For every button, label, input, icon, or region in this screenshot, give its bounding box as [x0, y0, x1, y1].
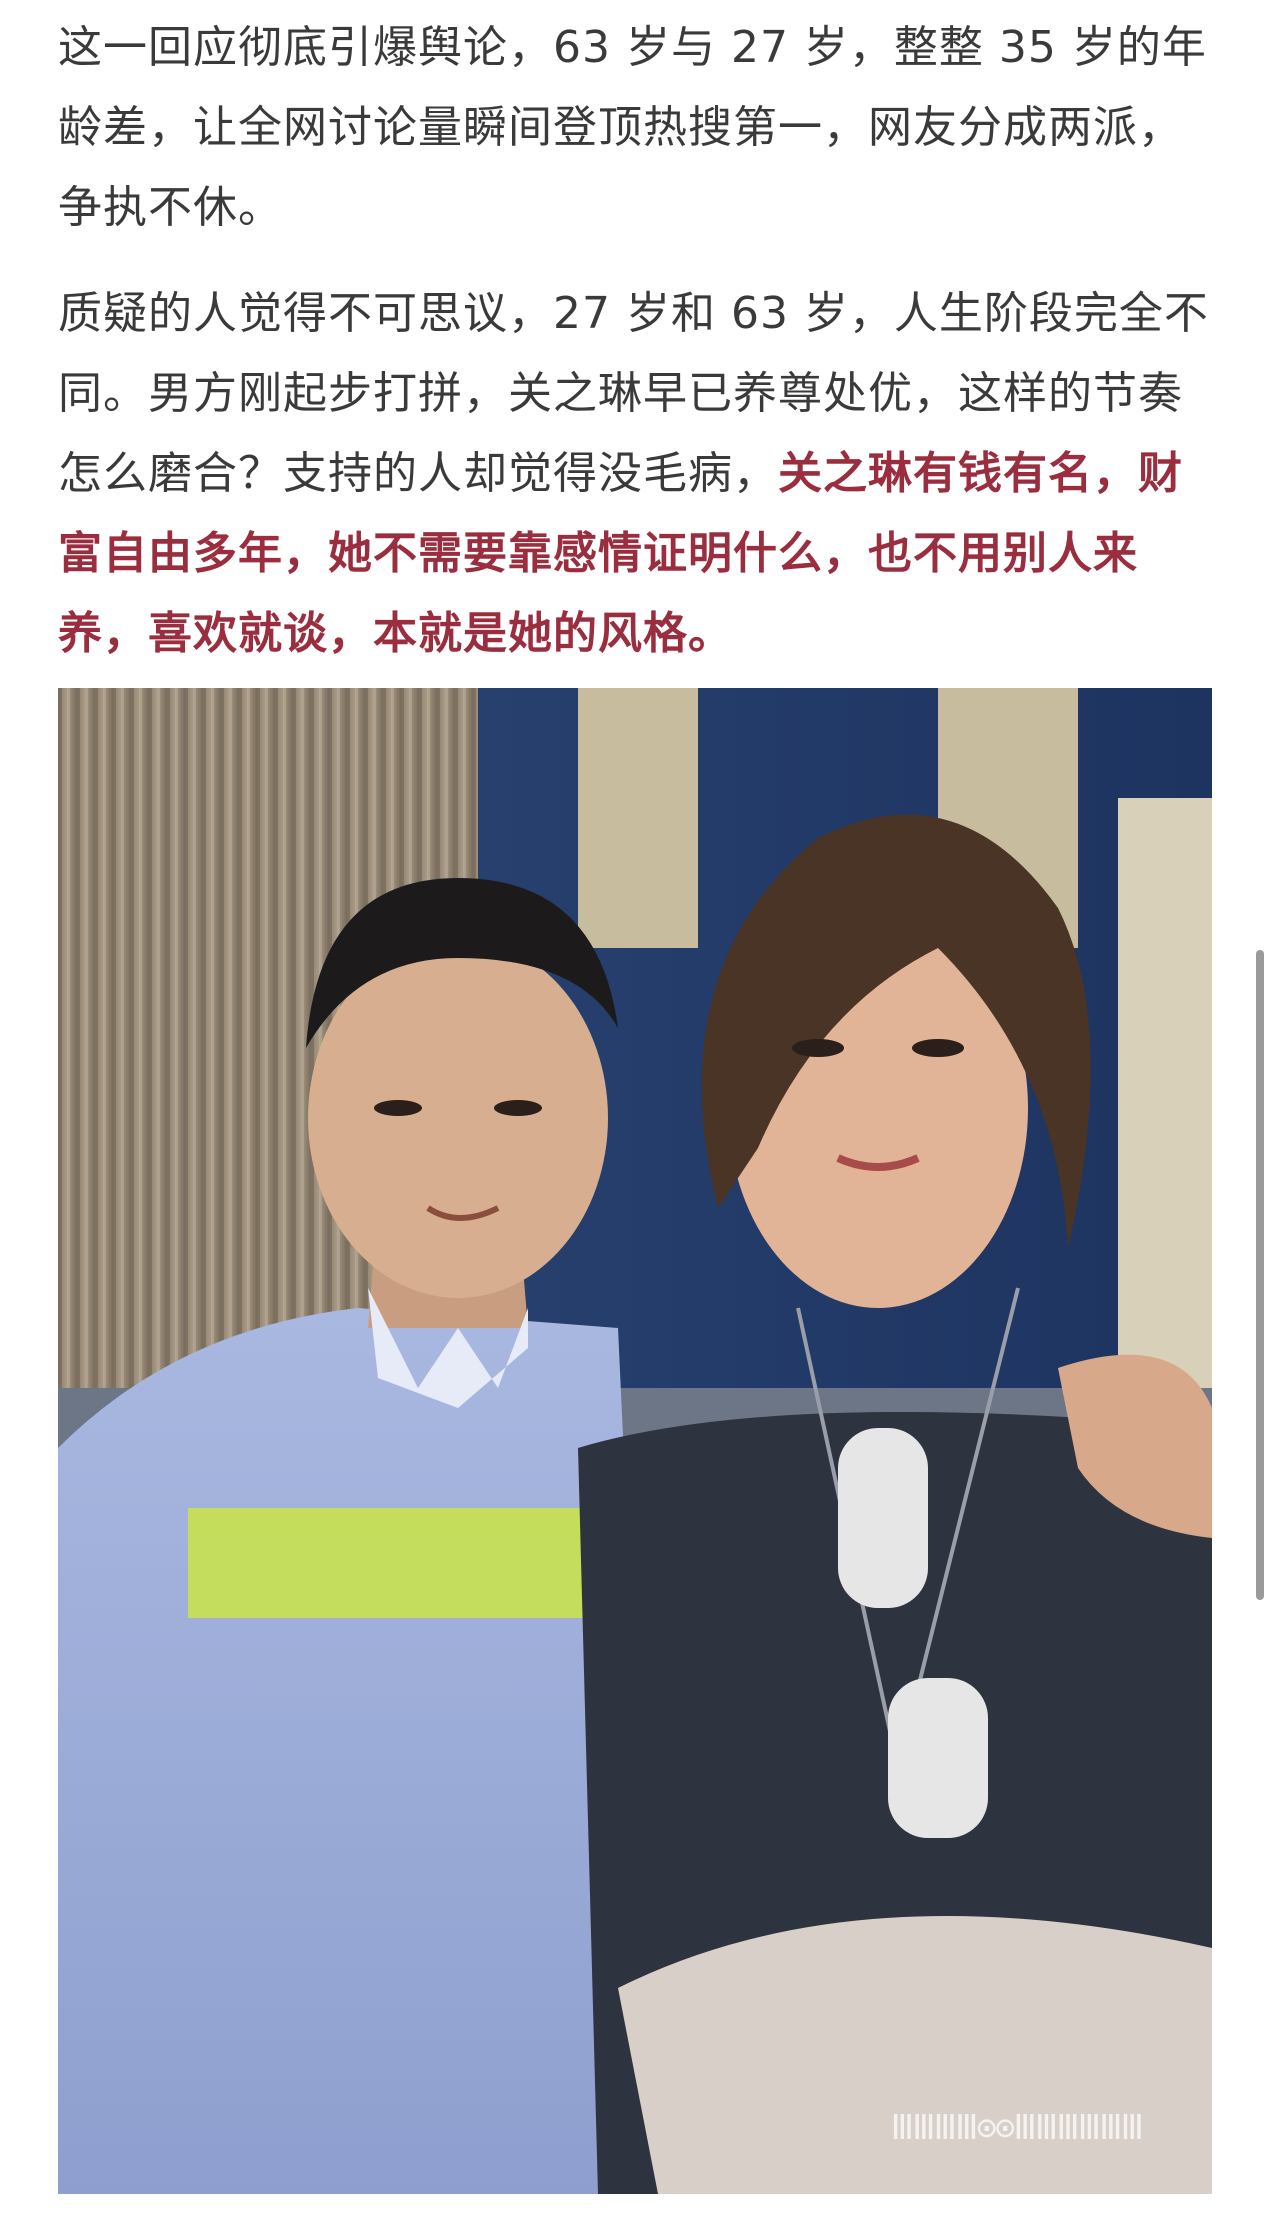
- sticker-overlay: [188, 1508, 618, 1618]
- image-watermark: ⅢⅢⅢⅢ⊙⊙ⅢⅢⅢⅢⅢⅢ: [890, 2108, 1144, 2148]
- photo-illustration: [58, 688, 1212, 2194]
- article-paragraph: 质疑的人觉得不可思议，27 岁和 63 岁，人生阶段完全不同。男方刚起步打拼，关…: [58, 274, 1222, 674]
- article-page: 这一回应彻底引爆舆论，63 岁与 27 岁，整整 35 岁的年龄差，让全网讨论量…: [0, 0, 1280, 2230]
- article-photo[interactable]: ⅢⅢⅢⅢ⊙⊙ⅢⅢⅢⅢⅢⅢ: [58, 688, 1212, 2194]
- man-shirt: [58, 1308, 658, 2194]
- page-scrollbar[interactable]: [1256, 950, 1264, 1600]
- article-body: 这一回应彻底引爆舆论，63 岁与 27 岁，整整 35 岁的年龄差，让全网讨论量…: [58, 0, 1222, 674]
- woman-knees: [618, 1916, 1212, 2194]
- article-paragraph: 这一回应彻底引爆舆论，63 岁与 27 岁，整整 35 岁的年龄差，让全网讨论量…: [58, 22, 1207, 233]
